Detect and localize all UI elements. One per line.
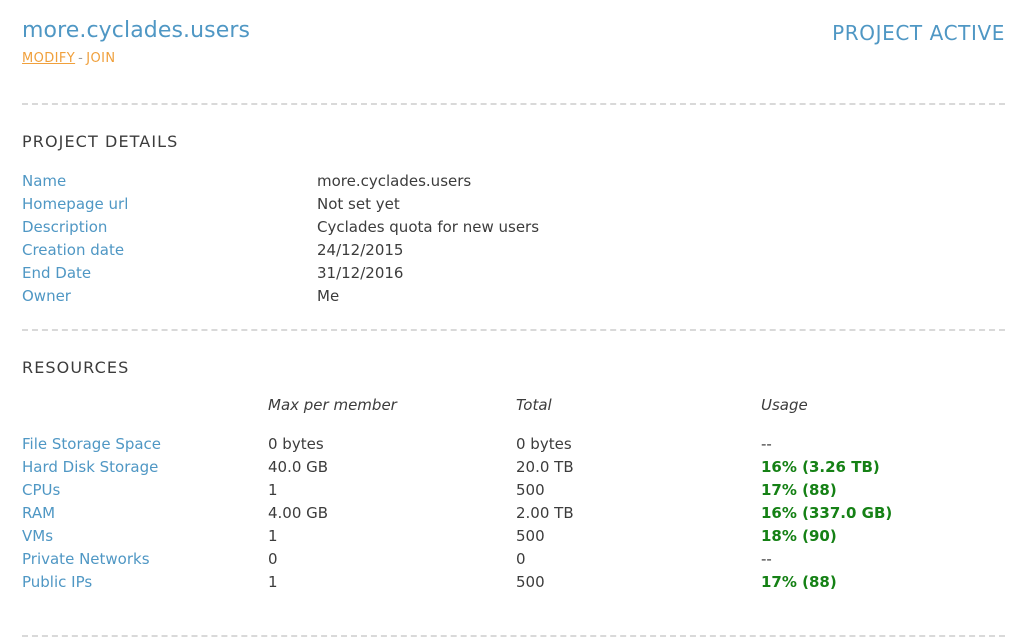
action-separator: - [75,51,86,66]
page-header: more.cyclades.users MODIFY-JOIN PROJECT … [0,0,1036,78]
detail-label-end-date: End Date [22,262,317,285]
spacer-cell [22,425,1005,433]
table-row: Public IPs 1 500 17% (88) [22,571,1005,594]
resource-name: Public IPs [22,571,268,594]
resource-total: 500 [516,479,761,502]
resource-name: File Storage Space [22,433,268,456]
resource-usage: 18% (90) [761,525,1005,548]
resources-section: RESOURCES Max per member Total Usage Fil… [0,358,1036,594]
divider-middle [22,329,1005,331]
resource-total: 0 bytes [516,433,761,456]
resource-total: 500 [516,525,761,548]
table-row: Hard Disk Storage 40.0 GB 20.0 TB 16% (3… [22,456,1005,479]
project-details-page: more.cyclades.users MODIFY-JOIN PROJECT … [0,0,1036,643]
detail-label-owner: Owner [22,285,317,308]
resource-name: Private Networks [22,548,268,571]
resource-usage: 17% (88) [761,479,1005,502]
resources-table: Max per member Total Usage File Storage … [22,394,1005,594]
resource-usage: 17% (88) [761,571,1005,594]
resources-table-head: Max per member Total Usage [22,394,1005,433]
table-row: CPUs 1 500 17% (88) [22,479,1005,502]
resource-name: VMs [22,525,268,548]
resource-max-per-member: 1 [268,479,516,502]
detail-value-description: Cyclades quota for new users [317,216,539,239]
detail-label-name: Name [22,170,317,193]
resource-name: Hard Disk Storage [22,456,268,479]
header-actions: MODIFY-JOIN [22,51,1005,67]
detail-value-owner: Me [317,285,339,308]
resource-max-per-member: 0 bytes [268,433,516,456]
resources-heading: RESOURCES [22,358,1005,377]
resource-max-per-member: 1 [268,525,516,548]
resource-max-per-member: 4.00 GB [268,502,516,525]
detail-value-end-date: 31/12/2016 [317,262,403,285]
status-badge: PROJECT ACTIVE [832,20,1005,46]
project-details-heading: PROJECT DETAILS [22,132,1005,151]
column-header-max-per-member: Max per member [268,394,516,425]
column-header-total: Total [516,394,761,425]
resource-total: 0 [516,548,761,571]
detail-row: Creation date 24/12/2015 [22,239,1005,262]
resource-usage: -- [761,433,1005,456]
resource-max-per-member: 0 [268,548,516,571]
detail-label-description: Description [22,216,317,239]
resource-total: 20.0 TB [516,456,761,479]
join-link[interactable]: JOIN [86,51,115,66]
table-row: VMs 1 500 18% (90) [22,525,1005,548]
resource-total: 2.00 TB [516,502,761,525]
table-row: File Storage Space 0 bytes 0 bytes -- [22,433,1005,456]
table-header-row: Max per member Total Usage [22,394,1005,425]
resource-max-per-member: 1 [268,571,516,594]
resource-usage: -- [761,548,1005,571]
divider-bottom [22,635,1005,637]
detail-row: End Date 31/12/2016 [22,262,1005,285]
resource-usage: 16% (337.0 GB) [761,502,1005,525]
detail-value-name: more.cyclades.users [317,170,471,193]
detail-row: Owner Me [22,285,1005,308]
project-details-section: PROJECT DETAILS Name more.cyclades.users… [0,132,1036,308]
column-header-resource [22,394,268,425]
resource-total: 500 [516,571,761,594]
divider-top [22,103,1005,105]
resource-name: CPUs [22,479,268,502]
resource-max-per-member: 40.0 GB [268,456,516,479]
detail-label-homepage-url: Homepage url [22,193,317,216]
resource-name: RAM [22,502,268,525]
project-details-list: Name more.cyclades.users Homepage url No… [22,170,1005,308]
detail-label-creation-date: Creation date [22,239,317,262]
resources-table-body: File Storage Space 0 bytes 0 bytes -- Ha… [22,433,1005,594]
detail-row: Name more.cyclades.users [22,170,1005,193]
detail-value-creation-date: 24/12/2015 [317,239,403,262]
detail-row: Homepage url Not set yet [22,193,1005,216]
table-header-spacer [22,425,1005,433]
resource-usage: 16% (3.26 TB) [761,456,1005,479]
table-row: RAM 4.00 GB 2.00 TB 16% (337.0 GB) [22,502,1005,525]
table-row: Private Networks 0 0 -- [22,548,1005,571]
modify-link[interactable]: MODIFY [22,51,75,66]
detail-value-homepage-url: Not set yet [317,193,400,216]
detail-row: Description Cyclades quota for new users [22,216,1005,239]
column-header-usage: Usage [761,394,1005,425]
